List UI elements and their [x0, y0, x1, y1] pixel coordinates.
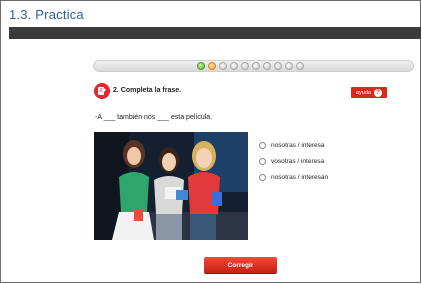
- answer-option-label: vosotras / interesa: [271, 158, 325, 165]
- progress-dot-2: [208, 62, 216, 70]
- illustration-photo: [94, 132, 248, 240]
- pencil-note-glyph: [98, 87, 106, 95]
- answer-option-label: nosotras / interesa: [271, 142, 325, 149]
- radio-circle-icon[interactable]: [259, 174, 266, 181]
- answer-option-label: nosotras / interesan: [271, 174, 329, 181]
- answer-option-2[interactable]: vosotras / interesa: [259, 158, 328, 165]
- app-frame: 1.3. Practica 2. Completa la frase. ayud…: [0, 0, 421, 283]
- progress-dot-3: [219, 62, 227, 70]
- answer-option-1[interactable]: nosotras / interesa: [259, 142, 328, 149]
- answer-options: nosotras / interesa vosotras / interesa no…: [259, 142, 328, 190]
- radio-circle-icon[interactable]: [259, 158, 266, 165]
- question-sentence: -A ___ también nos ___ esta película.: [95, 114, 213, 121]
- help-label: ayuda: [356, 89, 371, 96]
- radio-circle-icon[interactable]: [259, 142, 266, 149]
- progress-dot-1: [197, 62, 205, 70]
- progress-dot-7: [263, 62, 271, 70]
- progress-dot-9: [285, 62, 293, 70]
- pencil-note-icon: [94, 83, 110, 99]
- progress-dots: [197, 62, 304, 71]
- progress-dot-10: [296, 62, 304, 70]
- page-title: 1.3. Practica: [9, 7, 84, 22]
- question-title: 2. Completa la frase.: [113, 87, 182, 94]
- progress-dot-4: [230, 62, 238, 70]
- photo-illustration: [94, 132, 248, 240]
- progress-dot-6: [252, 62, 260, 70]
- top-bar: [9, 27, 421, 39]
- help-button[interactable]: ayuda ?: [351, 87, 387, 98]
- question-mark-icon: ?: [374, 88, 382, 97]
- answer-option-3[interactable]: nosotras / interesan: [259, 174, 328, 181]
- submit-button[interactable]: Corregir: [204, 257, 277, 273]
- progress-dot-8: [274, 62, 282, 70]
- progress-dot-5: [241, 62, 249, 70]
